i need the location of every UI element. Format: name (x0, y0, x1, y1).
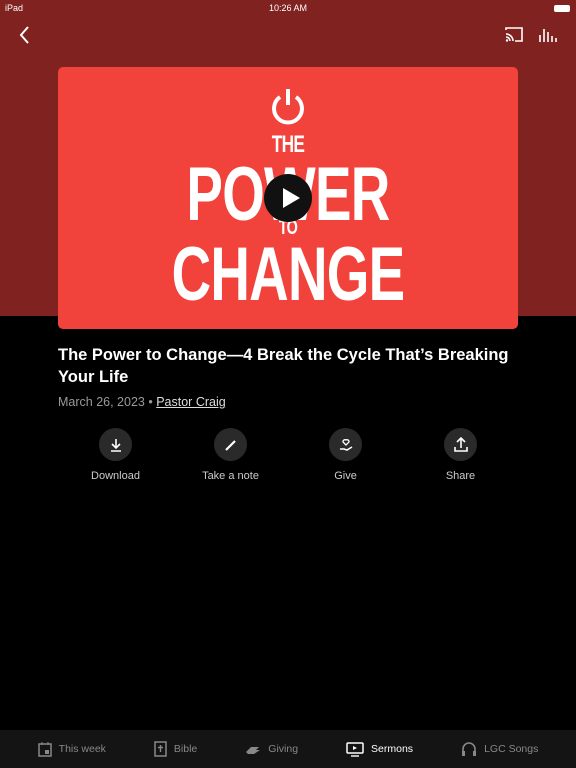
action-row: Download Take a note Give Share (58, 428, 518, 482)
sermon-title: The Power to Change—4 Break the Cycle Th… (58, 346, 509, 386)
tab-label: This week (58, 743, 106, 755)
battery-icon (554, 5, 570, 12)
download-label: Download (91, 470, 140, 482)
chevron-left-icon (19, 26, 29, 44)
take-note-label: Take a note (202, 470, 259, 482)
headphones-icon (462, 742, 477, 756)
pencil-icon (224, 439, 236, 451)
tab-giving[interactable]: Giving (221, 730, 322, 768)
power-icon (272, 89, 304, 125)
clock: 10:26 AM (268, 3, 308, 13)
bible-icon (154, 741, 167, 757)
status-bar: iPad 10:26 AM (0, 0, 576, 16)
take-note-button[interactable]: Take a note (173, 428, 288, 482)
tab-label: Bible (173, 743, 198, 755)
play-button[interactable] (264, 174, 312, 222)
back-button[interactable] (14, 24, 36, 46)
audio-button[interactable] (537, 24, 559, 46)
share-button[interactable]: Share (403, 428, 518, 482)
heart-hand-icon (339, 438, 352, 451)
tab-lgc-songs[interactable]: LGC Songs (437, 730, 562, 768)
download-button[interactable]: Download (58, 428, 173, 482)
tab-sermons[interactable]: Sermons (322, 730, 437, 768)
download-icon (110, 438, 121, 452)
tab-bible[interactable]: Bible (130, 730, 221, 768)
speaker-link[interactable]: Pastor Craig (156, 395, 225, 409)
give-button[interactable]: Give (288, 428, 403, 482)
tab-this-week[interactable]: This week (14, 730, 130, 768)
tab-label: LGC Songs (484, 743, 539, 755)
art-line-4: CHANGE (171, 232, 406, 317)
sermon-meta: March 26, 2023 • Pastor Craig (58, 395, 226, 409)
cast-button[interactable] (503, 24, 525, 46)
sermon-date: March 26, 2023 (58, 395, 145, 409)
equalizer-icon (539, 29, 557, 42)
calendar-icon (37, 742, 52, 757)
tab-label: Sermons (371, 743, 414, 755)
tv-play-icon (346, 741, 364, 757)
give-label: Give (334, 470, 357, 482)
cast-icon (505, 27, 523, 42)
tab-label: Giving (268, 743, 299, 755)
share-label: Share (445, 470, 476, 482)
giving-hand-icon (246, 747, 261, 754)
share-icon (453, 436, 468, 452)
tab-bar: This week Bible Giving Sermons LGC Songs (0, 730, 576, 768)
separator: • (148, 395, 153, 409)
